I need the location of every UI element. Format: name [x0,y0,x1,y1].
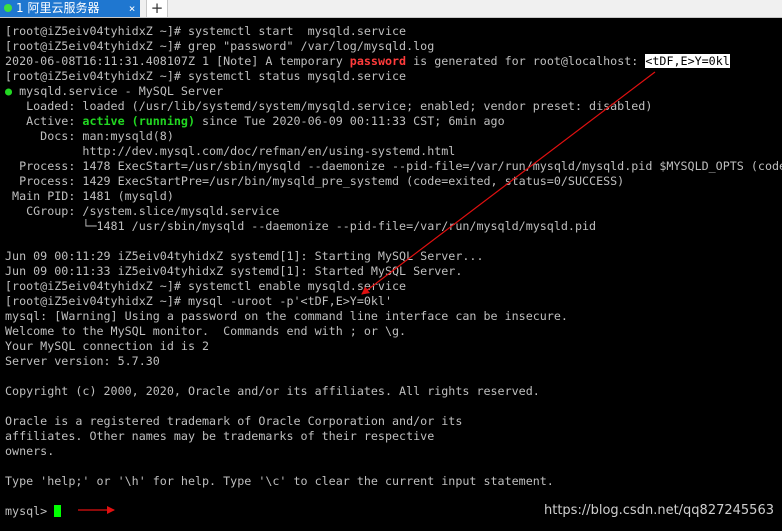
tab-bar: 1 阿里云服务器 × + [0,0,782,18]
log-text: 2020-06-08T16:11:31.408107Z 1 [Note] A t… [5,54,350,68]
active-status: active (running) [82,114,195,128]
new-tab-button[interactable]: + [146,0,168,17]
terminal-line: [root@iZ5eiv04tyhidxZ ~]# systemctl star… [5,24,407,38]
terminal-line: mysql: [Warning] Using a password on the… [5,309,568,323]
log-text: is generated for root@localhost: [406,54,646,68]
terminal-line: Loaded: loaded (/usr/lib/systemd/system/… [5,99,653,113]
tab-session[interactable]: 1 阿里云服务器 [0,0,140,17]
terminal-line: affiliates. Other names may be trademark… [5,429,435,443]
terminal-line: [root@iZ5eiv04tyhidxZ ~]# systemctl stat… [5,69,407,83]
terminal-line: http://dev.mysql.com/doc/refman/en/using… [5,144,456,158]
temporary-password-selection[interactable]: <tDF,E>Y=0kl [645,54,730,68]
terminal-line: Welcome to the MySQL monitor. Commands e… [5,324,407,338]
mysql-prompt: mysql> [5,504,55,518]
mysql-prompt-line[interactable]: mysql> [5,504,62,519]
terminal-line: Process: 1429 ExecStartPre=/usr/bin/mysq… [5,174,625,188]
terminal-line: Active: active (running) since Tue 2020-… [5,114,505,129]
tab-close-icon[interactable]: × [125,0,139,17]
terminal-line: Oracle is a registered trademark of Orac… [5,414,463,428]
password-keyword: password [349,54,407,68]
terminal-line: Server version: 5.7.30 [5,354,160,368]
terminal-line: Docs: man:mysqld(8) [5,129,174,143]
terminal-line: [root@iZ5eiv04tyhidxZ ~]# grep "password… [5,39,435,53]
terminal-line: CGroup: /system.slice/mysqld.service [5,204,280,218]
terminal-line: [root@iZ5eiv04tyhidxZ ~]# mysql -uroot -… [5,294,393,308]
terminal-line: Main PID: 1481 (mysqld) [5,189,174,203]
terminal-line: Jun 09 00:11:33 iZ5eiv04tyhidxZ systemd[… [5,264,463,278]
tab-label: 1 阿里云服务器 [16,1,100,15]
terminal-line: owners. [5,444,55,458]
service-name: mysqld.service - MySQL Server [12,84,224,98]
status-since: since Tue 2020-06-09 00:11:33 CST; 6min … [195,114,505,128]
terminal-line: └─1481 /usr/sbin/mysqld --daemonize --pi… [5,219,597,233]
terminal-line: 2020-06-08T16:11:31.408107Z 1 [Note] A t… [5,54,730,69]
terminal-line: Process: 1478 ExecStart=/usr/sbin/mysqld… [5,159,782,173]
service-status-dot-icon: ● [5,84,13,98]
terminal-line: Type 'help;' or '\h' for help. Type '\c'… [5,474,554,488]
terminal-cursor [54,505,62,517]
status-label: Active: [5,114,83,128]
terminal-output[interactable]: [root@iZ5eiv04tyhidxZ ~]# systemctl star… [0,18,782,531]
watermark: https://blog.csdn.net/qq827245563 [543,503,774,518]
connection-status-icon [4,3,12,12]
terminal-line: Jun 09 00:11:29 iZ5eiv04tyhidxZ systemd[… [5,249,484,263]
terminal-line: [root@iZ5eiv04tyhidxZ ~]# systemctl enab… [5,279,407,293]
terminal-line: Copyright (c) 2000, 2020, Oracle and/or … [5,384,540,398]
terminal-line: Your MySQL connection id is 2 [5,339,210,353]
terminal-line: ● mysqld.service - MySQL Server [5,84,223,99]
